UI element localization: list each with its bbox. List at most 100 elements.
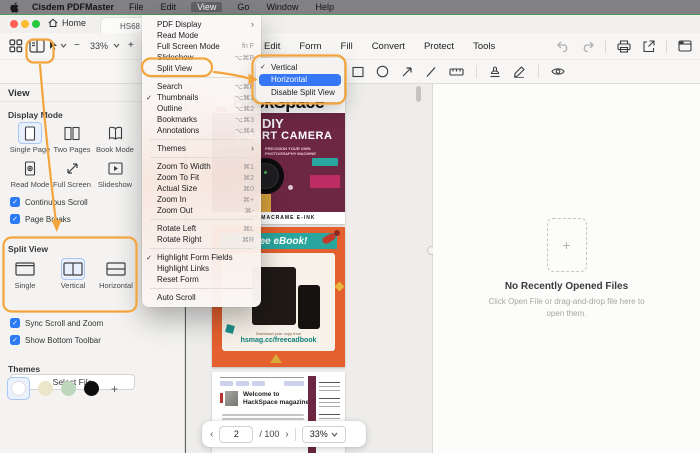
page-number-input[interactable]: 2 [219,426,253,443]
menu-item-auto-scroll[interactable]: Auto Scroll [142,292,261,303]
checkmark-icon: ✓ [260,63,266,71]
menu-item-split-view[interactable]: Split View› [142,63,261,74]
show-bottom-toolbar-checkbox[interactable]: ✓ Show Bottom Toolbar [10,335,101,345]
menubar-item-file[interactable]: File [127,2,146,12]
menu-item-slideshow[interactable]: Slideshow⌥⌘P [142,52,261,63]
toolbar-menu-protect[interactable]: Protect [424,41,454,52]
menu-item-actual-size[interactable]: Actual Size⌘0 [142,183,261,194]
ellipse-tool-icon[interactable] [376,65,389,78]
menu-item-bookmarks[interactable]: Bookmarks⌥⌘3 [142,114,261,125]
display-option-full-screen[interactable]: Full Screen [49,157,95,189]
toolbar-menu-edit[interactable]: Edit [264,41,280,52]
close-button[interactable] [10,20,18,28]
menu-item-annotations[interactable]: Annotations⌥⌘4 [142,125,261,136]
toolbar-separator [666,40,667,53]
app-menu-title[interactable]: Cisdem PDFMaster [32,2,114,12]
toolbar-menu-tools[interactable]: Tools [473,41,495,52]
menu-item-rotate-right[interactable]: Rotate Right⌘R [142,234,261,245]
toolbar-separator [295,428,296,441]
cursor-chevron-down-icon[interactable] [60,43,67,48]
submenu-item-disable-split-view[interactable]: Disable Split View [256,86,344,99]
next-page-button[interactable]: › [285,429,288,440]
menu-item-outline[interactable]: Outline⌥⌘2 [142,103,261,114]
stamp-tool-icon[interactable] [489,65,501,78]
add-theme-button[interactable]: + [111,382,118,396]
display-option-two-pages[interactable]: Two Pages [49,122,95,154]
menubar-item-go[interactable]: Go [235,2,251,12]
menu-item-thumbnails[interactable]: ✓ Thumbnails⌥⌘1 [142,92,261,103]
menu-item-themes[interactable]: Themes› [142,143,261,154]
zoom-level-value[interactable]: 33% [90,41,108,51]
toolbar-menu-convert[interactable]: Convert [372,41,405,52]
continuous-scroll-checkbox[interactable]: ✓ Continuous Scroll [10,197,88,207]
toolbar-menu-form[interactable]: Form [299,41,321,52]
previous-page-button[interactable]: ‹ [210,429,213,440]
display-option-single-page[interactable]: Single Page [7,122,53,154]
viewer-scrollbar-thumb[interactable] [416,86,421,102]
arrow-tool-icon[interactable] [401,66,413,78]
submenu-item-vertical[interactable]: ✓ Vertical [256,61,344,74]
open-file-drop-zone[interactable]: + [547,218,587,272]
menubar-item-help[interactable]: Help [313,2,336,12]
display-option-book-mode[interactable]: Book Mode [92,122,138,154]
menu-item-zoom-in[interactable]: Zoom In⌘+ [142,194,261,205]
print-icon[interactable] [617,40,631,53]
line-tool-icon[interactable] [425,66,437,78]
measure-tool-icon[interactable] [449,67,464,77]
sync-scroll-zoom-checkbox[interactable]: ✓ Sync Scroll and Zoom [10,318,103,328]
menubar-item-view[interactable]: View [191,2,222,12]
display-option-slideshow[interactable]: Slideshow [92,157,138,189]
toolbar-menu-fill[interactable]: Fill [341,41,353,52]
themes-label: Themes [8,364,40,374]
menu-separator [150,219,253,220]
menu-item-full-screen-mode[interactable]: Full Screen Modefn F [142,41,261,52]
menu-item-zoom-to-fit[interactable]: Zoom To Fit⌘2 [142,172,261,183]
signature-tool-icon[interactable] [513,65,526,78]
select-cursor-icon[interactable] [49,39,58,51]
split-option-single[interactable]: Single [2,258,48,290]
page-graphic [252,381,265,386]
menu-item-zoom-to-width[interactable]: Zoom To Width⌘1 [142,161,261,172]
theme-green[interactable] [61,381,76,396]
minimize-button[interactable] [21,20,29,28]
menu-item-highlight-form-fields[interactable]: ✓ Highlight Form Fields [142,252,261,263]
menu-item-pdf-display[interactable]: PDF Display› [142,19,261,30]
zoom-chevron-down-icon[interactable] [113,43,120,48]
menubar-item-window[interactable]: Window [264,2,300,12]
menu-item-rotate-left[interactable]: Rotate Left⌘L [142,223,261,234]
apple-logo-icon[interactable] [10,2,19,13]
toolbar-menus: Edit Form Fill Convert Protect Tools [264,33,495,59]
theme-dark[interactable] [84,381,99,396]
document-tab-label: HS68 [120,22,140,31]
read-mode-icon [18,157,42,179]
menu-item-search[interactable]: Search⌥⌘F [142,81,261,92]
menu-item-highlight-links[interactable]: Highlight Links [142,263,261,274]
zoom-select[interactable]: 33% [302,426,346,443]
menu-item-zoom-out[interactable]: Zoom Out⌘- [142,205,261,216]
view-panel-icon[interactable] [29,39,45,53]
undo-icon[interactable] [557,41,570,52]
zoom-in-button[interactable]: + [128,40,134,51]
split-option-vertical[interactable]: Vertical [50,258,96,290]
menu-item-reset-form[interactable]: Reset Form [142,274,261,285]
display-option-read-mode[interactable]: Read Mode [7,157,53,189]
redo-icon[interactable] [581,41,594,52]
theme-sepia[interactable] [38,381,53,396]
menu-separator [150,77,253,78]
rectangle-tool-icon[interactable] [352,66,364,78]
thumbnail-grid-icon[interactable] [9,39,23,53]
zoom-out-button[interactable]: − [74,40,80,51]
menubar-item-edit[interactable]: Edit [159,2,179,12]
split-option-horizontal[interactable]: Horizontal [93,258,139,290]
home-tab[interactable]: Home [48,18,86,28]
maximize-button[interactable] [32,20,40,28]
page-breaks-checkbox[interactable]: ✓ Page Breaks [10,214,71,224]
submenu-item-horizontal[interactable]: Horizontal [259,74,341,87]
menu-item-read-mode[interactable]: Read Mode [142,30,261,41]
deco-shape [335,282,345,292]
redact-eye-icon[interactable] [551,66,565,77]
theme-white-selected[interactable] [7,377,30,400]
layout-toggle-icon[interactable] [678,40,692,52]
theme-swatches: + [7,377,118,400]
share-icon[interactable] [642,40,655,53]
